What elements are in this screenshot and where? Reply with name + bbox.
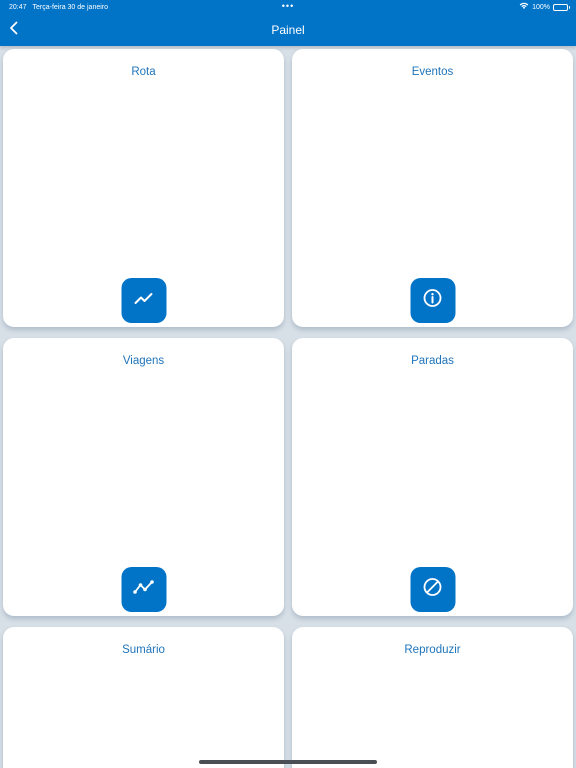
- tile-title: Viagens: [122, 355, 165, 367]
- viagens-button[interactable]: [121, 567, 166, 612]
- battery-percent: 100%: [532, 3, 550, 11]
- nav-bar: Painel: [0, 14, 576, 46]
- block-icon: [423, 577, 443, 602]
- tile-paradas[interactable]: Paradas: [292, 338, 573, 616]
- multitasking-dots-icon[interactable]: •••: [282, 1, 294, 11]
- page-title: Painel: [271, 23, 305, 37]
- wifi-icon: [519, 2, 529, 12]
- status-date: Terça-feira 30 de janeiro: [32, 3, 109, 11]
- tile-title: Rota: [131, 66, 156, 78]
- tile-title: Reproduzir: [404, 644, 461, 656]
- tile-title: Eventos: [411, 66, 454, 78]
- tile-rota[interactable]: Rota: [3, 49, 284, 327]
- home-indicator[interactable]: [199, 760, 377, 764]
- tile-reproduzir[interactable]: Reproduzir: [292, 627, 573, 768]
- tile-viagens[interactable]: Viagens: [3, 338, 284, 616]
- status-bar: 20:47 Terça-feira 30 de janeiro ••• 100%: [0, 0, 576, 14]
- paradas-button[interactable]: [410, 567, 455, 612]
- dashboard-grid: Rota Eventos Viagens Paradas Sumário Rep…: [0, 47, 576, 768]
- info-circle-icon: [423, 288, 443, 313]
- chevron-left-icon: [9, 21, 19, 40]
- route-points-icon: [133, 579, 155, 600]
- tile-sumario[interactable]: Sumário: [3, 627, 284, 768]
- eventos-button[interactable]: [410, 278, 455, 323]
- rota-button[interactable]: [121, 278, 166, 323]
- status-time: 20:47: [9, 3, 27, 11]
- tile-title: Paradas: [411, 355, 454, 367]
- back-button[interactable]: [5, 20, 23, 40]
- battery-icon: [553, 3, 570, 11]
- status-right: 100%: [519, 0, 570, 14]
- tile-eventos[interactable]: Eventos: [292, 49, 573, 327]
- tile-title: Sumário: [122, 644, 165, 656]
- trend-line-icon: [134, 291, 154, 310]
